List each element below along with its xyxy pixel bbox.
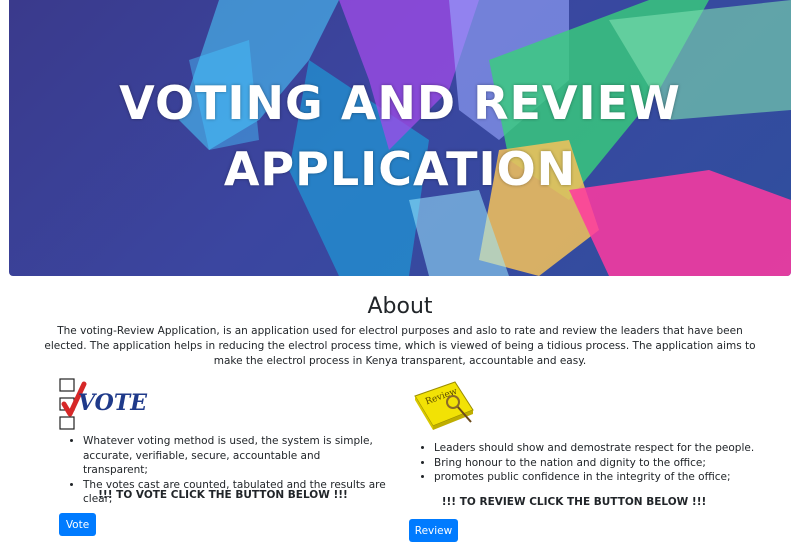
- list-item: Whatever voting method is used, the syst…: [83, 434, 388, 478]
- vote-logo-text: VOTE: [78, 390, 147, 416]
- review-points-list: Leaders should show and demostrate respe…: [409, 441, 764, 485]
- hero-banner: VOTING AND REVIEW APPLICATION: [9, 0, 791, 276]
- vote-call-to-action: !!! TO VOTE CLICK THE BUTTON BELOW !!!: [98, 489, 348, 501]
- hero-title: VOTING AND REVIEW APPLICATION: [9, 70, 791, 202]
- about-description: The voting-Review Application, is an app…: [44, 325, 756, 367]
- vote-logo: VOTE: [58, 376, 147, 434]
- review-logo: Review: [409, 376, 479, 436]
- about-heading: About: [367, 294, 433, 319]
- list-item: Bring honour to the nation and dignity t…: [434, 456, 764, 471]
- vote-section: VOTE Whatever voting method is used, the…: [58, 376, 388, 507]
- list-item: promotes public confidence in the integr…: [434, 470, 764, 485]
- list-item: Leaders should show and demostrate respe…: [434, 441, 764, 456]
- review-book-icon: [414, 381, 474, 430]
- hero-title-line1: VOTING AND REVIEW: [119, 76, 681, 130]
- review-button[interactable]: Review: [409, 519, 458, 542]
- hero-title-line2: APPLICATION: [223, 142, 577, 196]
- review-call-to-action: !!! TO REVIEW CLICK THE BUTTON BELOW !!!: [441, 496, 707, 508]
- review-section: Review: [409, 376, 739, 436]
- vote-button[interactable]: Vote: [59, 513, 96, 536]
